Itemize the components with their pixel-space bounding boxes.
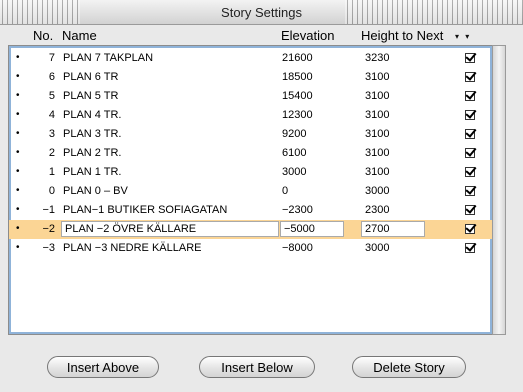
story-number: −1 [42, 204, 55, 216]
story-row[interactable]: • −2 PLAN −2 ÖVRE KÄLLARE −5000 2700 [9, 220, 492, 239]
story-height-to-next[interactable]: 3230 [365, 52, 389, 64]
story-row[interactable]: • 3 PLAN 3 TR. 9200 3100 [9, 125, 492, 144]
story-height-field[interactable]: 2700 [361, 221, 425, 237]
story-row[interactable]: • 7 PLAN 7 TAKPLAN 21600 3230 [9, 49, 492, 68]
story-bullet-icon: • [16, 90, 20, 101]
story-number: −2 [42, 223, 55, 235]
story-elevation[interactable]: 0 [282, 185, 288, 197]
story-name[interactable]: PLAN 7 TAKPLAN [63, 52, 153, 64]
insert-above-button[interactable]: Insert Above [47, 356, 159, 378]
story-name[interactable]: PLAN 6 TR [63, 71, 118, 83]
story-show-checkbox[interactable] [465, 110, 475, 120]
story-number: 2 [48, 147, 55, 159]
story-bullet-icon: • [16, 71, 20, 82]
story-show-checkbox[interactable] [465, 243, 475, 253]
story-name[interactable]: PLAN −3 NEDRE KÄLLARE [63, 242, 201, 254]
story-row[interactable]: • 2 PLAN 2 TR. 6100 3100 [9, 144, 492, 163]
story-elevation[interactable]: 21600 [282, 52, 313, 64]
story-height-to-next[interactable]: 3000 [365, 185, 389, 197]
story-bullet-icon: • [16, 52, 20, 63]
story-number: 1 [48, 166, 55, 178]
story-number: 7 [48, 52, 55, 64]
story-number: 3 [48, 128, 55, 140]
story-height-to-next[interactable]: 3100 [365, 128, 389, 140]
column-header-name[interactable]: Name [62, 28, 97, 44]
story-elevation[interactable]: 9200 [282, 128, 306, 140]
insert-below-button[interactable]: Insert Below [199, 356, 315, 378]
story-bullet-icon: • [16, 128, 20, 139]
column-header-height-to-next[interactable]: Height to Next [361, 28, 443, 44]
story-show-checkbox[interactable] [465, 148, 475, 158]
story-show-checkbox[interactable] [465, 129, 475, 139]
story-name-value: PLAN −2 ÖVRE KÄLLARE [65, 223, 197, 235]
story-name-field[interactable]: PLAN −2 ÖVRE KÄLLARE [61, 221, 279, 237]
story-row[interactable]: • 1 PLAN 1 TR. 3000 3100 [9, 163, 492, 182]
story-name[interactable]: PLAN 1 TR. [63, 166, 122, 178]
story-name[interactable]: PLAN−1 BUTIKER SOFIAGATAN [63, 204, 227, 216]
story-show-checkbox[interactable] [465, 53, 475, 63]
story-number: −3 [42, 242, 55, 254]
story-bullet-icon: • [16, 185, 20, 196]
story-number: 4 [48, 109, 55, 121]
story-elevation[interactable]: 6100 [282, 147, 306, 159]
story-height-to-next[interactable]: 3100 [365, 71, 389, 83]
story-height-to-next[interactable]: 3100 [365, 90, 389, 102]
story-show-checkbox[interactable] [465, 167, 475, 177]
story-elevation[interactable]: 3000 [282, 166, 306, 178]
window-titlebar[interactable]: Story Settings [0, 0, 523, 25]
story-row[interactable]: • −3 PLAN −3 NEDRE KÄLLARE −8000 3000 [9, 239, 492, 258]
column-header-elevation[interactable]: Elevation [281, 28, 334, 44]
story-bullet-icon: • [16, 166, 20, 177]
delete-story-button[interactable]: Delete Story [352, 356, 466, 378]
story-height-to-next[interactable]: 3100 [365, 166, 389, 178]
story-elevation-value: −5000 [284, 223, 315, 235]
story-height-value: 2700 [365, 223, 390, 235]
vertical-scrollbar[interactable] [492, 45, 506, 335]
story-bullet-icon: • [16, 109, 20, 120]
story-bullet-icon: • [16, 204, 20, 215]
story-elevation-field[interactable]: −5000 [280, 221, 344, 237]
story-name[interactable]: PLAN 0 – BV [63, 185, 128, 197]
story-show-checkbox[interactable] [465, 224, 475, 234]
story-bullet-icon: • [16, 223, 20, 234]
window-title: Story Settings [221, 5, 302, 20]
story-bullet-icon: • [16, 242, 20, 253]
story-height-to-next[interactable]: 3000 [365, 242, 389, 254]
story-row[interactable]: • 0 PLAN 0 – BV 0 3000 [9, 182, 492, 201]
story-number: 0 [48, 185, 55, 197]
story-elevation[interactable]: 15400 [282, 90, 313, 102]
column-header-no[interactable]: No. [33, 28, 53, 44]
story-name[interactable]: PLAN 5 TR [63, 90, 118, 102]
story-row[interactable]: • 6 PLAN 6 TR 18500 3100 [9, 68, 492, 87]
story-show-checkbox[interactable] [465, 72, 475, 82]
story-height-to-next[interactable]: 2300 [365, 204, 389, 216]
story-show-checkbox[interactable] [465, 205, 475, 215]
story-bullet-icon: • [16, 147, 20, 158]
story-height-to-next[interactable]: 3100 [365, 109, 389, 121]
story-elevation[interactable]: 18500 [282, 71, 313, 83]
sort-arrows-icon[interactable]: ▾ ▾ [455, 32, 471, 41]
story-show-checkbox[interactable] [465, 91, 475, 101]
story-list[interactable]: • 7 PLAN 7 TAKPLAN 21600 3230 • 6 PLAN 6 TR 1850… [8, 45, 493, 335]
story-height-to-next[interactable]: 3100 [365, 147, 389, 159]
story-name[interactable]: PLAN 4 TR. [63, 109, 122, 121]
story-elevation[interactable]: −8000 [282, 242, 313, 254]
story-row[interactable]: • 5 PLAN 5 TR 15400 3100 [9, 87, 492, 106]
story-name[interactable]: PLAN 3 TR. [63, 128, 122, 140]
story-name[interactable]: PLAN 2 TR. [63, 147, 122, 159]
story-row[interactable]: • −1 PLAN−1 BUTIKER SOFIAGATAN −2300 2300 [9, 201, 492, 220]
story-row[interactable]: • 4 PLAN 4 TR. 12300 3100 [9, 106, 492, 125]
story-elevation[interactable]: 12300 [282, 109, 313, 121]
story-number: 5 [48, 90, 55, 102]
story-show-checkbox[interactable] [465, 186, 475, 196]
story-number: 6 [48, 71, 55, 83]
story-elevation[interactable]: −2300 [282, 204, 313, 216]
